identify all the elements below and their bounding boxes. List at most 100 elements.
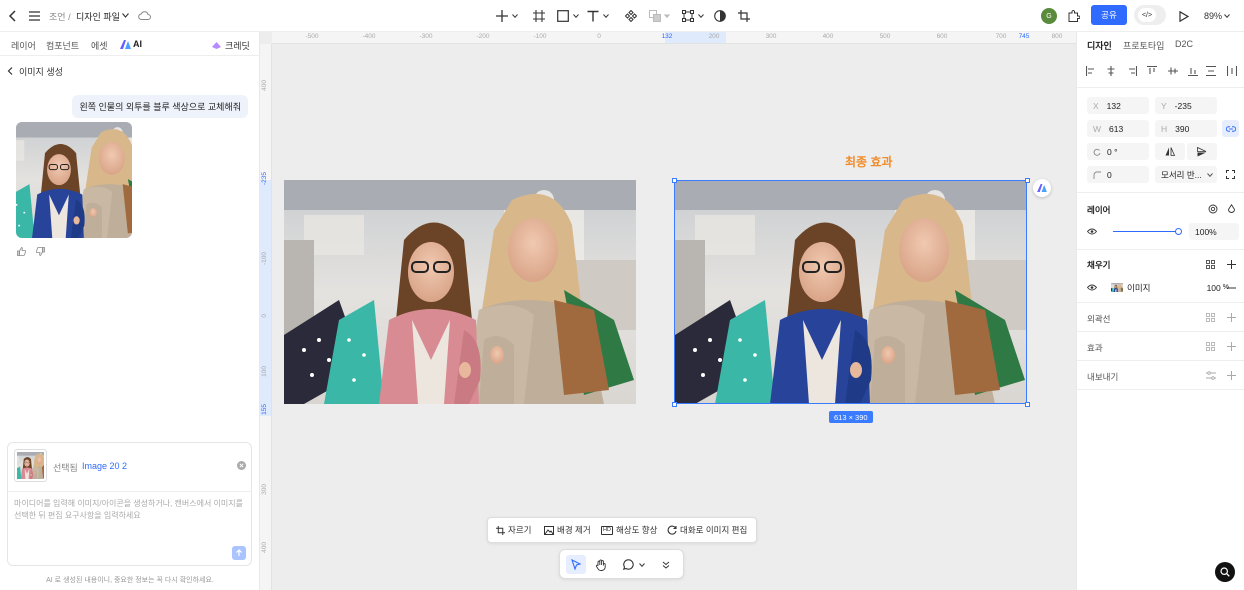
file-name[interactable]: 디자인 파일 bbox=[76, 10, 120, 23]
thumbs-up-icon[interactable] bbox=[16, 246, 26, 256]
tab-layers[interactable]: 레이어 bbox=[11, 39, 36, 52]
remove-background-button[interactable]: 배경 제거 bbox=[544, 518, 591, 542]
prompt-input[interactable]: 마이디어를 입력해 이미지/아이콘을 생성하거나, 캔버스에서 이미지를 선택한… bbox=[14, 498, 244, 522]
plugin-icon[interactable] bbox=[1067, 8, 1081, 24]
tab-components[interactable]: 컴포넌트 bbox=[46, 39, 79, 52]
resize-handle-ne[interactable] bbox=[1025, 178, 1030, 183]
right-tabs: 디자인 프로토타입 D2C bbox=[1077, 32, 1244, 56]
align-bottom-icon[interactable] bbox=[1188, 66, 1198, 76]
distribute-horizontal-icon[interactable] bbox=[1227, 66, 1237, 76]
send-button[interactable] bbox=[232, 546, 246, 560]
resize-handle-nw[interactable] bbox=[672, 178, 677, 183]
play-icon[interactable] bbox=[1177, 8, 1191, 24]
frame-icon[interactable] bbox=[532, 8, 546, 24]
boolean-icon[interactable] bbox=[648, 8, 662, 24]
mask-icon[interactable] bbox=[713, 8, 727, 24]
align-top-icon[interactable] bbox=[1147, 66, 1157, 76]
breadcrumb-root[interactable]: 조언 bbox=[49, 12, 66, 22]
corner-mode-select[interactable]: 모서리 반... bbox=[1155, 166, 1217, 183]
ai-edit-button[interactable] bbox=[1033, 179, 1051, 197]
ruler-tick: 100 bbox=[261, 366, 268, 377]
fill-row[interactable]: 이미지 100 % bbox=[1105, 279, 1233, 296]
crop-icon[interactable] bbox=[737, 8, 751, 24]
add-icon[interactable] bbox=[495, 8, 509, 24]
export-settings-icon[interactable] bbox=[1206, 371, 1216, 380]
comment-tool-button[interactable] bbox=[618, 555, 638, 574]
height-field[interactable]: H 390 bbox=[1155, 120, 1217, 137]
generated-image-thumbnail[interactable] bbox=[16, 122, 132, 238]
crop-button[interactable]: 자르기 bbox=[496, 518, 531, 542]
eye-icon[interactable] bbox=[1087, 228, 1097, 235]
style-grid-icon[interactable] bbox=[1206, 260, 1215, 269]
canvas[interactable]: -500 -400 -300 -200 -100 0 132 200 300 4… bbox=[260, 32, 1076, 590]
style-grid-icon[interactable] bbox=[1206, 342, 1215, 351]
chevron-down-icon[interactable] bbox=[663, 12, 670, 19]
credits-button[interactable]: 크레딧 bbox=[211, 39, 250, 52]
x-field[interactable]: X 132 bbox=[1087, 97, 1149, 114]
add-export-icon[interactable] bbox=[1227, 371, 1236, 380]
blend-mode-icon[interactable] bbox=[1208, 204, 1218, 214]
resize-handle-se[interactable] bbox=[1025, 402, 1030, 407]
search-button[interactable] bbox=[1215, 562, 1235, 582]
back-chevron-icon[interactable] bbox=[6, 66, 14, 76]
tab-d2c[interactable]: D2C bbox=[1175, 39, 1193, 49]
chevron-down-icon[interactable] bbox=[638, 561, 645, 568]
rotation-field[interactable]: 0 ° bbox=[1087, 143, 1149, 160]
align-center-h-icon[interactable] bbox=[1106, 66, 1116, 76]
original-image[interactable] bbox=[284, 180, 636, 404]
drop-icon[interactable] bbox=[1227, 204, 1236, 214]
opacity-slider-thumb[interactable] bbox=[1175, 228, 1182, 235]
fill-opacity-value[interactable]: 100 bbox=[1207, 283, 1221, 293]
stroke-section bbox=[1077, 302, 1244, 303]
upscale-button[interactable]: HD 해상도 향상 bbox=[601, 518, 657, 542]
width-field[interactable]: W 613 bbox=[1087, 120, 1149, 137]
chat-edit-button[interactable]: 대화로 이미지 편집 bbox=[667, 518, 747, 542]
add-stroke-icon[interactable] bbox=[1227, 313, 1236, 322]
resize-handle-sw[interactable] bbox=[672, 402, 677, 407]
align-center-v-icon[interactable] bbox=[1168, 66, 1178, 76]
flip-horizontal-button[interactable] bbox=[1155, 143, 1185, 160]
chevron-down-icon[interactable] bbox=[697, 12, 704, 19]
move-tool-button[interactable] bbox=[566, 555, 586, 574]
add-fill-icon[interactable] bbox=[1227, 260, 1236, 269]
rotation-value: 0 ° bbox=[1107, 146, 1118, 157]
component-icon[interactable] bbox=[624, 8, 638, 24]
constrain-proportions-button[interactable] bbox=[1222, 120, 1239, 137]
menu-icon[interactable] bbox=[27, 8, 41, 24]
share-button[interactable]: 공유 bbox=[1091, 5, 1127, 25]
tab-prototype[interactable]: 프로토타입 bbox=[1123, 39, 1164, 52]
remove-fill-icon[interactable] bbox=[1227, 287, 1236, 289]
chevron-down-icon[interactable] bbox=[511, 12, 518, 19]
chevron-down-icon[interactable] bbox=[1223, 12, 1230, 19]
chevron-down-icon[interactable] bbox=[572, 12, 579, 19]
clear-selection-icon[interactable] bbox=[236, 460, 246, 470]
avatar[interactable]: G bbox=[1041, 8, 1057, 24]
flip-vertical-button[interactable] bbox=[1187, 143, 1217, 160]
thumbs-down-icon[interactable] bbox=[35, 246, 45, 256]
rectangle-icon[interactable] bbox=[556, 8, 570, 24]
chevron-down-icon[interactable] bbox=[602, 12, 609, 19]
collapse-dock-button[interactable] bbox=[656, 555, 676, 574]
style-grid-icon[interactable] bbox=[1206, 313, 1215, 322]
zoom-level[interactable]: 89% bbox=[1204, 11, 1222, 21]
chevron-down-icon[interactable] bbox=[121, 11, 129, 19]
hand-tool-button[interactable] bbox=[591, 555, 611, 574]
tab-assets[interactable]: 에셋 bbox=[91, 39, 108, 52]
tab-ai[interactable]: AI bbox=[120, 39, 142, 49]
y-field[interactable]: Y -235 bbox=[1155, 97, 1217, 114]
corner-radius-field[interactable]: 0 bbox=[1087, 166, 1149, 183]
independent-corners-icon[interactable] bbox=[1226, 170, 1235, 179]
eye-icon[interactable] bbox=[1087, 284, 1097, 291]
align-right-icon[interactable] bbox=[1127, 66, 1137, 76]
ruler-tick: -500 bbox=[305, 33, 319, 40]
vector-network-icon[interactable] bbox=[681, 8, 695, 24]
add-effect-icon[interactable] bbox=[1227, 342, 1236, 351]
tab-design[interactable]: 디자인 bbox=[1087, 39, 1112, 52]
layer-opacity-field[interactable]: 100% bbox=[1189, 223, 1239, 240]
distribute-vertical-icon[interactable] bbox=[1206, 66, 1216, 76]
align-left-icon[interactable] bbox=[1086, 66, 1096, 76]
back-icon[interactable] bbox=[6, 8, 20, 24]
opacity-slider[interactable] bbox=[1113, 231, 1181, 232]
text-icon[interactable] bbox=[586, 8, 600, 24]
code-toggle[interactable]: </> bbox=[1134, 5, 1166, 25]
